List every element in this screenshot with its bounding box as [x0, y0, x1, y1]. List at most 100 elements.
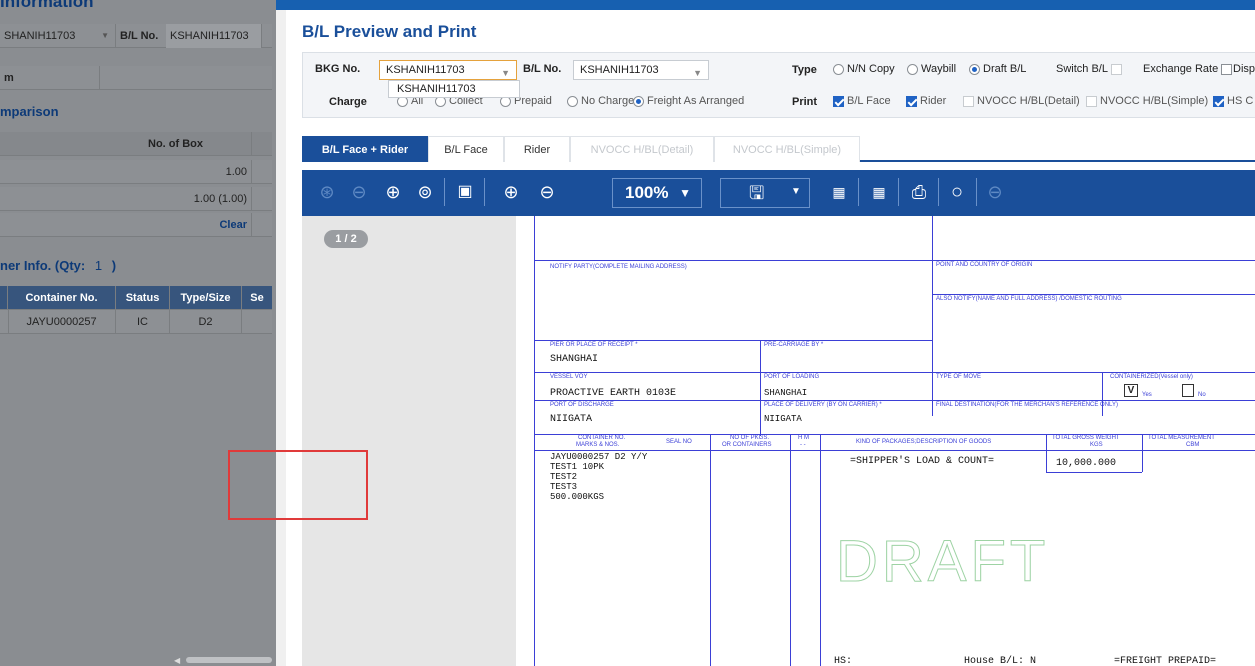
- print-checkbox-hs[interactable]: HS C: [1213, 95, 1253, 107]
- bkg-row: SHANIH11703 ▼ B/L No. KSHANIH11703: [0, 24, 272, 48]
- tab-bl-face[interactable]: B/L Face: [428, 136, 504, 162]
- type-radio-waybill[interactable]: Waybill: [907, 63, 956, 75]
- tab-nvocc-simple[interactable]: NVOCC H/BL(Simple): [714, 136, 860, 162]
- containerized-caption: CONTAINERIZED(Vessel only): [1110, 374, 1193, 380]
- clear-link[interactable]: Clear: [100, 213, 252, 237]
- radio-icon: [833, 63, 844, 75]
- row-cell: D2: [170, 310, 242, 334]
- radio-label: Freight As Arranged: [647, 95, 745, 107]
- header-cell: Type/Size: [170, 286, 242, 310]
- no-of-box-header: No. of Box: [100, 132, 252, 156]
- vessel-value: PROACTIVE EARTH 0103E: [550, 388, 677, 399]
- box-row: 1.00 (1.00): [0, 187, 272, 211]
- goods-description: =SHIPPER'S LOAD & COUNT=: [850, 456, 995, 467]
- exchange-rate-checkbox[interactable]: Exchange Rate: [1143, 63, 1233, 75]
- print-icon[interactable]: ⎙: [906, 179, 932, 205]
- containerized-no-box: [1182, 384, 1194, 397]
- type-move-caption: TYPE OF MOVE: [936, 374, 982, 380]
- tab-rider[interactable]: Rider: [504, 136, 570, 162]
- place-delivery-caption: PLACE OF DELIVERY (BY ON CARRIER) *: [764, 402, 882, 408]
- chevron-down-icon: ▼: [101, 31, 109, 40]
- doc-line: [534, 434, 1255, 435]
- radio-label: Draft B/L: [983, 63, 1027, 75]
- header-cell: Container No.: [8, 286, 116, 310]
- display-checkbox[interactable]: Display: [1233, 63, 1255, 75]
- checkbox-checked-icon: [906, 95, 917, 107]
- yes-caption: Yes: [1142, 392, 1152, 398]
- port-loading-caption: PORT OF LOADING: [764, 374, 820, 380]
- bl-value: KSHANIH11703: [166, 24, 262, 48]
- row-cell: JAYU0000257: [8, 310, 116, 334]
- zoom-in-icon[interactable]: ⊕: [498, 179, 524, 205]
- toolbar-divider: [858, 178, 859, 206]
- print-label: Print: [792, 96, 818, 108]
- bl-no-select[interactable]: KSHANIH11703 ▼: [573, 60, 709, 80]
- charge-radio-no-charge[interactable]: No Charge: [567, 95, 634, 107]
- toolbar-divider: [444, 178, 445, 206]
- print-checkbox-rider[interactable]: Rider: [906, 95, 946, 107]
- print-checkbox-bl-face[interactable]: B/L Face: [833, 95, 891, 107]
- png-icon[interactable]: ▦: [826, 179, 852, 205]
- container-info-title: ner Info. (Qty: 1 ): [0, 258, 116, 273]
- switch-bl-checkbox[interactable]: Switch B/L: [1056, 63, 1122, 75]
- port-discharge-caption: PORT OF DISCHARGE: [550, 402, 614, 408]
- next-page-icon[interactable]: ⊕: [380, 179, 406, 205]
- search-icon[interactable]: ○: [944, 179, 970, 205]
- print-checkbox-nvocc-simple[interactable]: NVOCC H/BL(Simple): [1086, 95, 1208, 107]
- point-origin-caption: POINT AND COUNTRY OF ORIGIN: [936, 262, 1033, 268]
- precarriage-caption: PRE-CARRIAGE BY *: [764, 342, 824, 348]
- header-cell: Status: [116, 286, 170, 310]
- seal-caption: SEAL NO: [666, 439, 692, 445]
- last-page-icon[interactable]: ⊚: [412, 179, 438, 205]
- row-cell: IC: [116, 310, 170, 334]
- bkg-select[interactable]: SHANIH11703 ▼: [0, 24, 116, 48]
- gross-caption: TOTAL GROSS WEIGHT: [1052, 435, 1120, 441]
- doc-line: [1046, 434, 1047, 472]
- checkbox-label: Exchange Rate: [1143, 63, 1219, 75]
- save-icon: 🖫: [749, 183, 765, 203]
- prev-page-icon[interactable]: ⊖: [346, 179, 372, 205]
- save-format-select[interactable]: 🖫 ▼: [720, 178, 810, 208]
- dialog-title: B/L Preview and Print: [302, 22, 477, 41]
- radio-selected-icon: [969, 63, 980, 75]
- page-layout-icon[interactable]: ▣: [452, 179, 478, 205]
- remove-icon[interactable]: ⊖: [982, 179, 1008, 205]
- marks-line: TEST3: [550, 482, 578, 492]
- radio-selected-icon: [633, 95, 644, 107]
- tab-bl-face-rider[interactable]: B/L Face + Rider: [302, 136, 428, 162]
- bkg-no-select[interactable]: KSHANIH11703 ▼: [379, 60, 517, 80]
- bl-label: B/L No.: [120, 30, 159, 42]
- container-no-caption: CONTAINER NO.: [578, 435, 626, 441]
- marks-line: TEST2: [550, 472, 578, 482]
- type-radio-draft-bl[interactable]: Draft B/L: [969, 63, 1026, 75]
- checkbox-label: NVOCC H/BL(Simple): [1100, 95, 1209, 107]
- doc-line: [710, 434, 711, 666]
- zoom-select[interactable]: 100% ▼: [612, 178, 702, 208]
- m-label: m: [0, 66, 100, 90]
- radio-label: No Charge: [581, 95, 635, 107]
- house-bl-label: House B/L: N: [964, 656, 1037, 666]
- bkg-no-value: KSHANIH11703: [386, 64, 465, 76]
- tab-nvocc-detail[interactable]: NVOCC H/BL(Detail): [570, 136, 714, 162]
- pkgs-caption: NO OF PKGS.: [730, 435, 770, 441]
- checkbox-label: Display: [1233, 63, 1255, 75]
- type-radio-nn-copy[interactable]: N/N Copy: [833, 63, 895, 75]
- first-page-icon[interactable]: ⊛: [314, 179, 340, 205]
- tif-icon[interactable]: ▦: [866, 179, 892, 205]
- bl-document-page: NOTIFY PARTY(COMPLETE MAILING ADDRESS) P…: [516, 216, 1255, 666]
- scroll-left-icon[interactable]: ◀: [174, 656, 180, 665]
- zoom-out-icon[interactable]: ⊖: [534, 179, 560, 205]
- print-checkbox-nvocc-detail[interactable]: NVOCC H/BL(Detail): [963, 95, 1080, 107]
- radio-label: N/N Copy: [847, 63, 895, 75]
- checkbox-checked-icon: [833, 95, 844, 107]
- page-indicator: 1 / 2: [324, 230, 368, 248]
- doc-line: [534, 260, 932, 261]
- bkg-dropdown-option[interactable]: KSHANIH11703: [388, 80, 520, 98]
- header-cell: Se: [250, 292, 264, 304]
- table-row[interactable]: JAYU0000257 IC D2: [0, 310, 272, 334]
- draft-watermark: DRAFT: [835, 529, 1050, 595]
- doc-line: [790, 434, 791, 666]
- charge-radio-freight-as-arranged[interactable]: Freight As Arranged: [633, 95, 744, 107]
- horizontal-scrollbar[interactable]: [186, 657, 272, 663]
- marks-block: JAYU0000257 D2 Y/Y TEST1 10PK TEST2 TEST…: [550, 452, 647, 502]
